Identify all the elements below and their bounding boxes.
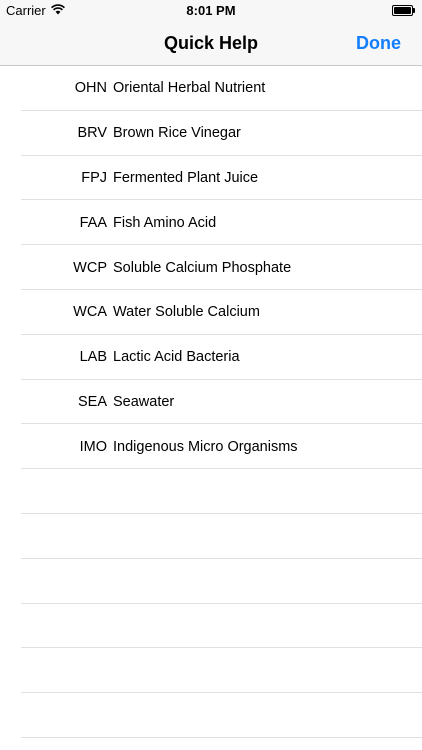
item-abbreviation: WCP (73, 259, 107, 276)
status-time: 8:01 PM (186, 3, 236, 18)
item-label: Seawater (113, 393, 175, 410)
navigation-bar: Quick Help Done (0, 22, 422, 66)
item-label: Indigenous Micro Organisms (113, 438, 298, 455)
item-label: Fermented Plant Juice (113, 169, 259, 186)
empty-row (0, 648, 422, 693)
item-label: Fish Amino Acid (113, 214, 217, 231)
list-item[interactable]: WCA Water Soluble Calcium (0, 290, 422, 335)
item-abbreviation: FPJ (81, 169, 107, 186)
empty-row (0, 514, 422, 559)
empty-row (0, 604, 422, 649)
list-item[interactable]: FAA Fish Amino Acid (0, 200, 422, 245)
list-item[interactable]: WCP Soluble Calcium Phosphate (0, 245, 422, 290)
screen: Carrier 8:01 PM Quick Help Done OHN Orien… (0, 0, 422, 750)
empty-row (0, 559, 422, 604)
item-label: Oriental Herbal Nutrient (113, 80, 266, 97)
item-abbreviation: LAB (79, 349, 107, 366)
item-abbreviation: IMO (79, 438, 107, 455)
item-abbreviation: WCA (73, 304, 107, 321)
status-bar: Carrier 8:01 PM (0, 0, 422, 22)
item-abbreviation: OHN (74, 80, 107, 97)
item-label: Brown Rice Vinegar (113, 125, 241, 142)
list-item[interactable]: LAB Lactic Acid Bacteria (0, 335, 422, 380)
list-item[interactable]: OHN Oriental Herbal Nutrient (0, 66, 422, 111)
done-button[interactable]: Done (356, 33, 401, 54)
item-label: Soluble Calcium Phosphate (113, 259, 292, 276)
item-label: Lactic Acid Bacteria (113, 349, 240, 366)
battery-icon (392, 5, 415, 16)
list-item[interactable]: IMO Indigenous Micro Organisms (0, 424, 422, 469)
quick-help-list: OHN Oriental Herbal Nutrient BRV Brown Rice… (0, 66, 422, 738)
list-item[interactable]: FPJ Fermented Plant Juice (0, 156, 422, 201)
list-item[interactable]: BRV Brown Rice Vinegar (0, 111, 422, 156)
item-abbreviation: SEA (77, 393, 107, 410)
item-abbreviation: FAA (79, 214, 107, 231)
list-item[interactable]: SEA Seawater (0, 380, 422, 425)
item-abbreviation: BRV (77, 125, 107, 142)
empty-row (0, 469, 422, 514)
empty-row (0, 693, 422, 738)
item-label: Water Soluble Calcium (113, 304, 260, 321)
